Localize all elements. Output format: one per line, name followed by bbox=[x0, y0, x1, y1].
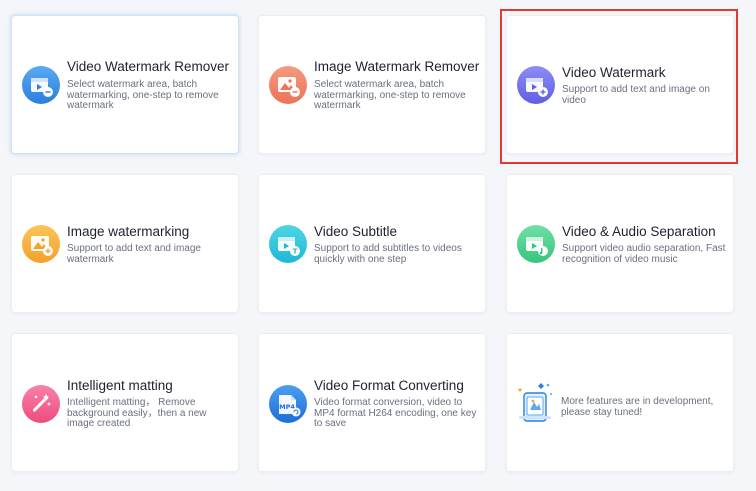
card-description: Support to add text and image watermark bbox=[67, 243, 201, 265]
card-title: Video Subtitle bbox=[314, 224, 398, 239]
card-video-watermark-remover[interactable]: Video Watermark Remover Select watermark… bbox=[11, 15, 239, 154]
image-remove-icon bbox=[269, 66, 307, 104]
image-add-icon bbox=[22, 225, 60, 263]
card-video-subtitle[interactable]: T Video Subtitle Support to add subtitle… bbox=[258, 174, 486, 313]
card-video-audio-separation[interactable]: Video & Audio Separation Support video a… bbox=[506, 174, 734, 313]
video-clapper-icon bbox=[517, 66, 555, 104]
card-more-features: More features are in development, please… bbox=[506, 333, 734, 472]
card-description: Video format conversion, video to MP4 fo… bbox=[314, 397, 477, 429]
card-description: Support to add text and image on video bbox=[562, 84, 710, 106]
card-image-watermark-remover[interactable]: Image Watermark Remover Select watermark… bbox=[258, 15, 486, 154]
card-description: Select watermark area, batch watermarkin… bbox=[67, 79, 219, 111]
video-subtitle-icon: T bbox=[269, 225, 307, 263]
card-title: Intelligent matting bbox=[67, 378, 173, 393]
card-title: Image watermarking bbox=[67, 224, 190, 239]
card-description: Support video audio separation, Fast rec… bbox=[562, 243, 726, 265]
card-title: Video Format Converting bbox=[314, 378, 464, 393]
svg-text:T: T bbox=[293, 248, 298, 256]
more-features-text: More features are in development, please… bbox=[561, 396, 714, 418]
video-audio-icon bbox=[517, 225, 555, 263]
card-image-watermarking[interactable]: Image watermarking Support to add text a… bbox=[11, 174, 239, 313]
card-title: Video Watermark Remover bbox=[67, 59, 230, 74]
card-video-watermark[interactable]: Video Watermark Support to add text and … bbox=[506, 15, 734, 154]
card-video-format-converting[interactable]: MP4 Video Format Converting Video format… bbox=[258, 333, 486, 472]
card-description: Support to add subtitles to videos quick… bbox=[314, 243, 462, 265]
card-intelligent-matting[interactable]: Intelligent matting Intelligent matting，… bbox=[11, 333, 239, 472]
magic-wand-icon bbox=[22, 385, 60, 423]
card-title: Video & Audio Separation bbox=[562, 224, 716, 239]
card-title: Video Watermark bbox=[562, 65, 666, 80]
development-illustration-icon bbox=[515, 380, 555, 426]
mp4-file-icon: MP4 bbox=[269, 385, 307, 423]
video-clapper-icon bbox=[22, 66, 60, 104]
card-description: Select watermark area, batch watermarkin… bbox=[314, 79, 466, 111]
card-description: Intelligent matting， Remove background e… bbox=[67, 397, 207, 429]
card-title: Image Watermark Remover bbox=[314, 59, 480, 74]
